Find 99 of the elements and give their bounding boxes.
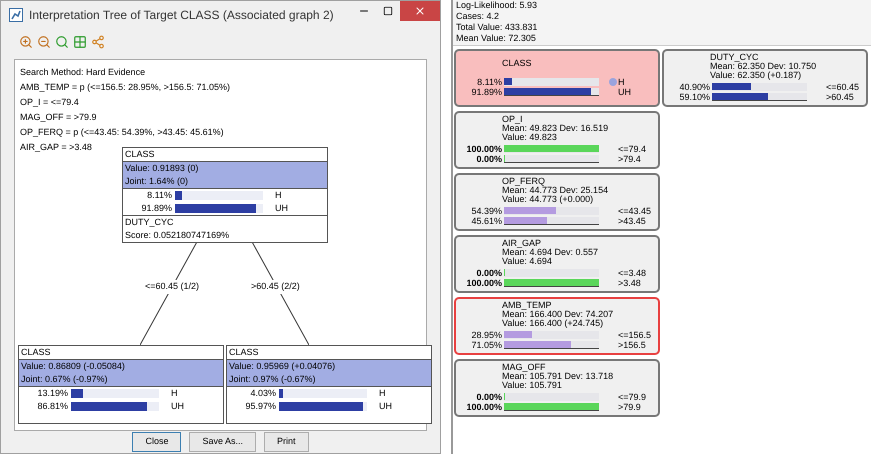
evidence-line: AIR_GAP = >3.48 [20, 141, 92, 154]
state-label: <=79.4 [618, 144, 646, 154]
monitor-card[interactable]: OP_I Mean: 49.823 Dev: 16.519 Value: 49.823 100.00% <=79.4 0.00% >79.4 [454, 111, 660, 169]
state-label: UH [171, 400, 184, 413]
monitor-stat: Mean: 105.791 Dev: 13.718 [502, 372, 614, 381]
state-label: H [618, 78, 624, 86]
state-label: >79.9 [618, 402, 641, 412]
state-label: >156.5 [618, 340, 646, 350]
state-percent: 8.11% [146, 189, 173, 202]
monitor-card[interactable]: AIR_GAP Mean: 4.694 Dev: 0.557 Value: 4.694 0.00% <=3.48 100.00% >3.48 [454, 235, 660, 293]
state-percent: 0.00% [475, 392, 503, 402]
monitor-stat: Mean: 49.823 Dev: 16.519 [502, 124, 610, 133]
evidence-line: OP_FERQ = p (<=43.45: 54.39%, >43.45: 45.61%) [20, 126, 224, 139]
state-percent: 100.00% [465, 402, 503, 412]
state-label: >60.45 [826, 92, 854, 102]
state-percent: 40.90% [678, 82, 711, 92]
summary-stat: Cases: 4.2 [456, 11, 500, 22]
evidence-line: MAG_OFF = >79.9 [20, 111, 97, 124]
close-icon [414, 5, 426, 17]
summary-stat: Total Value: 433.831 [456, 22, 538, 33]
monitor-stat: Mean: 166.400 Dev: 74.207 [502, 310, 614, 319]
zoom-icon[interactable] [55, 35, 69, 49]
split-variable: DUTY_CYC [125, 216, 175, 229]
state-label: <=79.9 [618, 392, 646, 402]
state-label: >79.4 [618, 154, 641, 164]
state-percent: 100.00% [465, 144, 503, 154]
monitor-stat: Mean: 44.773 Dev: 25.154 [502, 186, 610, 195]
state-label: <=3.48 [618, 268, 646, 278]
state-percent: 86.81% [36, 400, 69, 413]
dialog-button[interactable]: Close [132, 432, 182, 452]
state-label: <=156.5 [618, 330, 652, 340]
state-percent: 45.61% [470, 216, 503, 226]
state-percent: 0.00% [475, 268, 503, 278]
state-label: <=60.45 [826, 82, 860, 92]
monitor-card[interactable]: DUTY_CYC Mean: 62.350 Dev: 10.750 Value: 62.350 (+0.187) 40.90% <=60.45 59.10% >60.45 [662, 49, 868, 107]
monitor-title: DUTY_CYC [710, 53, 760, 62]
monitor-stat: Value: 49.823 [502, 133, 558, 142]
state-label: H [379, 387, 386, 400]
state-percent: 4.03% [249, 387, 277, 400]
node-joint: Joint: 1.64% (0) [125, 175, 190, 188]
branch-label: >60.45 (2/2) [251, 280, 300, 294]
dialog-button[interactable]: Print [264, 432, 309, 452]
node-joint: Joint: 0.97% (-0.67%) [229, 373, 317, 386]
monitor-stat: Value: 166.400 (+24.745) [502, 319, 604, 328]
state-label: UH [618, 88, 631, 96]
zoom-out-icon[interactable] [37, 35, 51, 49]
state-label: >3.48 [618, 278, 641, 288]
monitor-title: AIR_GAP [502, 239, 542, 248]
state-label: H [275, 189, 282, 202]
state-percent: 8.11% [476, 78, 503, 86]
monitor-card[interactable]: OP_FERQ Mean: 44.773 Dev: 25.154 Value: 44.773 (+0.000) 54.39% <=43.45 45.61% >43.45 [454, 173, 660, 231]
state-percent: 0.00% [475, 154, 503, 164]
state-label: UH [275, 202, 288, 215]
app-icon [9, 8, 23, 22]
monitor-title: MAG_OFF [502, 363, 547, 372]
maximize-icon[interactable] [383, 6, 393, 16]
monitor-stat: Value: 4.694 [502, 257, 553, 266]
state-percent: 91.89% [140, 202, 173, 215]
state-percent: 95.97% [244, 400, 277, 413]
state-label: H [171, 387, 178, 400]
state-label: >43.45 [618, 216, 646, 226]
state-label: UH [379, 400, 392, 413]
state-percent: 71.05% [470, 340, 503, 350]
zoom-in-icon[interactable] [19, 35, 33, 49]
node-value: Value: 0.86809 (-0.05084) [21, 360, 126, 373]
split-score: Score: 0.052180747169% [125, 229, 230, 242]
evidence-line: Search Method: Hard Evidence [20, 66, 146, 79]
monitor-title: CLASS [502, 59, 533, 68]
state-percent: 54.39% [470, 206, 503, 216]
window-title: Interpretation Tree of Target CLASS (Associated graph 2) [29, 7, 334, 24]
branch-label: <=60.45 (1/2) [145, 280, 200, 294]
evidence-line: AMB_TEMP = p (<=156.5: 28.95%, >156.5: 71.05%) [20, 81, 230, 94]
monitor-card[interactable]: AMB_TEMP Mean: 166.400 Dev: 74.207 Value: 166.400 (+24.745) 28.95% <=156.5 71.05% >156.5 [454, 297, 660, 355]
monitor-title: AMB_TEMP [502, 301, 553, 310]
summary-stat: Log-Likelihood: 5.93 [456, 0, 538, 11]
state-percent: 13.19% [36, 387, 69, 400]
layout-icon[interactable] [91, 35, 105, 49]
summary-stat: Mean Value: 72.305 [456, 33, 537, 44]
evidence-line: OP_I = <=79.4 [20, 96, 79, 109]
monitor-card[interactable]: MAG_OFF Mean: 105.791 Dev: 13.718 Value: 105.791 0.00% <=79.9 100.00% >79.9 [454, 359, 660, 417]
monitor-stat: Mean: 4.694 Dev: 0.557 [502, 248, 600, 257]
monitor-title: OP_I [502, 115, 524, 124]
node-value: Value: 0.91893 (0) [125, 162, 200, 175]
monitor-stat: Value: 44.773 (+0.000) [502, 195, 594, 204]
node-joint: Joint: 0.67% (-0.97%) [21, 373, 109, 386]
monitor-card[interactable]: CLASS 8.11% H 91.89% UH [454, 49, 660, 107]
node-value: Value: 0.95969 (+0.04076) [229, 360, 336, 373]
state-percent: 28.95% [470, 330, 503, 340]
monitor-stat: Mean: 62.350 Dev: 10.750 [710, 62, 818, 71]
dialog-button[interactable]: Save As... [189, 432, 256, 452]
monitor-stat: Value: 62.350 (+0.187) [710, 71, 802, 80]
state-percent: 91.89% [470, 88, 503, 96]
grid-icon[interactable] [73, 35, 87, 49]
monitor-stat: Value: 105.791 [502, 381, 563, 390]
close-button[interactable] [400, 1, 440, 21]
state-percent: 100.00% [465, 278, 503, 288]
state-percent: 59.10% [678, 92, 711, 102]
monitor-title: OP_FERQ [502, 177, 546, 186]
state-label: <=43.45 [618, 206, 652, 216]
